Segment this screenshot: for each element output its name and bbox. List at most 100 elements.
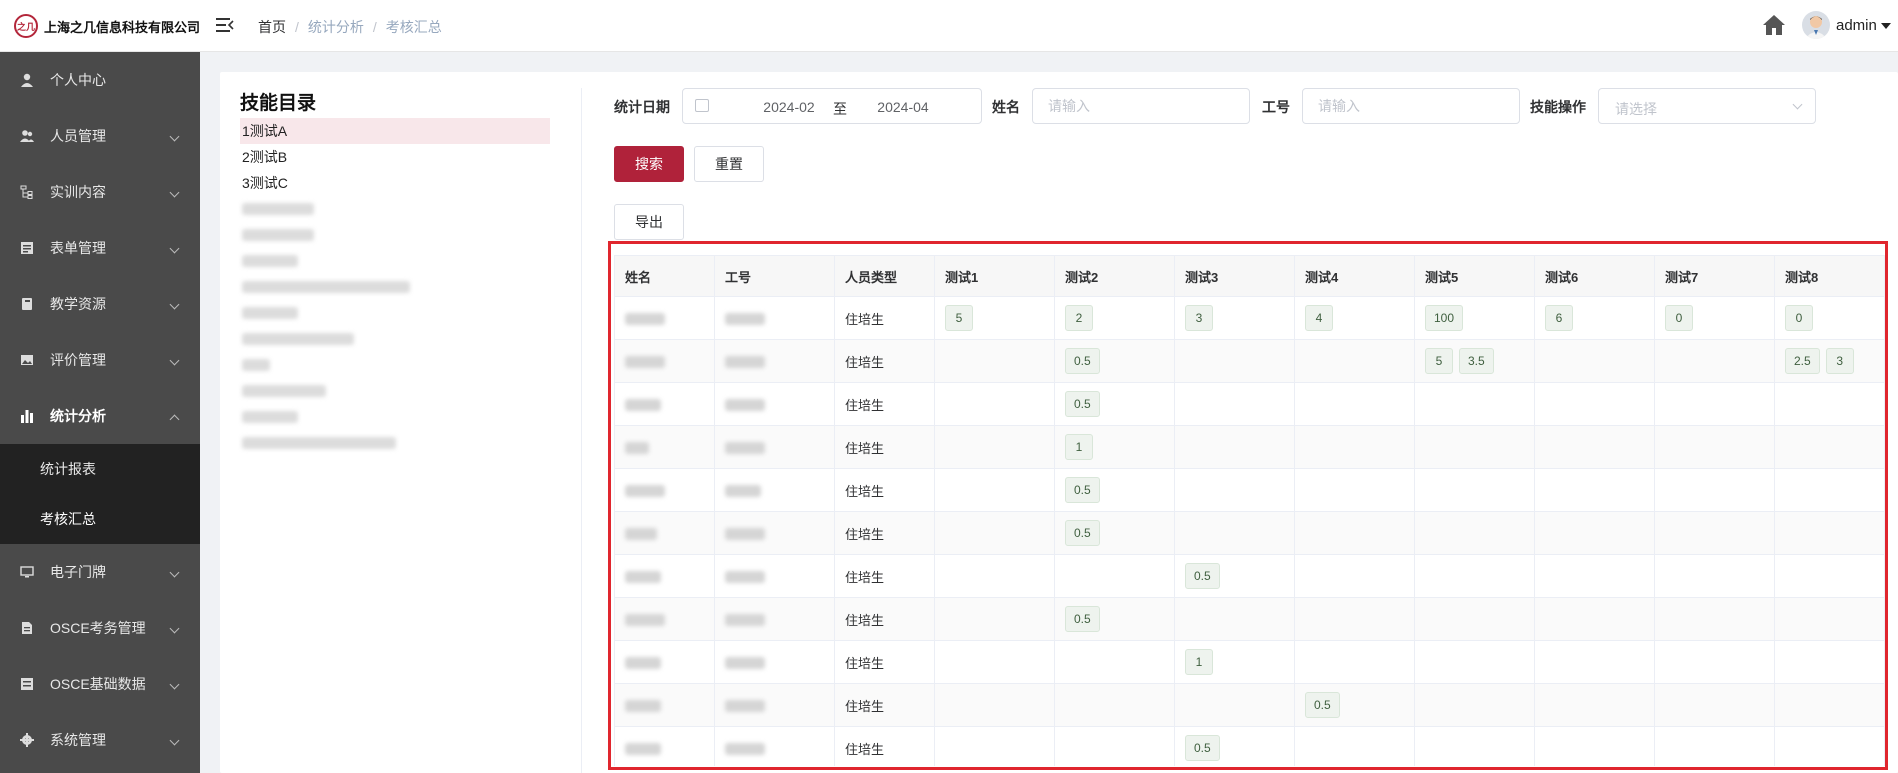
date-range-picker[interactable]: 2024-02 至 2024-04 xyxy=(682,88,982,124)
skill-select[interactable]: 请选择 xyxy=(1598,88,1816,124)
table-row[interactable]: 住培生 0.5 xyxy=(614,554,1885,598)
breadcrumb: 首页 / 统计分析 / 考核汇总 xyxy=(258,17,442,37)
score-cell: 0 xyxy=(1654,296,1775,340)
user-menu[interactable]: admin xyxy=(1836,17,1891,34)
chevron-up-icon xyxy=(169,414,180,425)
score-tag[interactable]: 0 xyxy=(1665,305,1693,331)
sidebar-item-resources[interactable]: 教学资源 xyxy=(0,276,200,332)
tree-item[interactable]: 2测试B xyxy=(240,144,550,170)
score-tag[interactable]: 3.5 xyxy=(1459,348,1494,374)
score-tag[interactable]: 0 xyxy=(1785,305,1813,331)
score-tag[interactable]: 0.5 xyxy=(1305,692,1340,718)
menu-toggle-icon[interactable] xyxy=(216,16,234,34)
summary-table-container[interactable]: 姓名 工号 人员类型 测试1 测试2 测试3 测试4 测试5 测试6 测试7 测试8 住培生 5 2 3 4… xyxy=(614,255,1898,766)
breadcrumb-home[interactable]: 首页 xyxy=(258,17,286,37)
search-button[interactable]: 搜索 xyxy=(614,146,684,182)
score-cell xyxy=(1534,640,1655,684)
score-cell xyxy=(1774,468,1885,512)
table-row[interactable]: 住培生 1 xyxy=(614,640,1885,684)
score-tag[interactable]: 0.5 xyxy=(1065,520,1100,546)
tree-item-redacted[interactable] xyxy=(240,222,550,248)
sidebar-item-training[interactable]: 实训内容 xyxy=(0,164,200,220)
table-row[interactable]: 住培生 0.5 xyxy=(614,511,1885,555)
date-start[interactable]: 2024-02 xyxy=(739,99,839,115)
table-row[interactable]: 住培生 0.5 5 3.5 2.5 3 xyxy=(614,339,1885,383)
score-tag[interactable]: 2.5 xyxy=(1785,348,1820,374)
tree-item[interactable]: 1测试A xyxy=(240,118,550,144)
score-cell: 1 xyxy=(1174,640,1295,684)
breadcrumb-statistics[interactable]: 统计分析 xyxy=(308,17,364,37)
name-input[interactable] xyxy=(1032,88,1250,124)
reset-button[interactable]: 重置 xyxy=(694,146,764,182)
name-cell-redacted xyxy=(614,296,715,340)
tree-item[interactable]: 3测试C xyxy=(240,170,550,196)
skill-tree-title: 技能目录 xyxy=(240,93,317,114)
sidebar-item-doorplate[interactable]: 电子门牌 xyxy=(0,544,200,600)
score-tag[interactable]: 0.5 xyxy=(1185,563,1220,589)
tree-item-redacted[interactable] xyxy=(240,404,550,430)
employee-id-cell-redacted xyxy=(714,597,835,641)
tree-item-redacted[interactable] xyxy=(240,378,550,404)
score-cell xyxy=(1654,640,1775,684)
sidebar-item-statistics[interactable]: 统计分析 xyxy=(0,388,200,444)
score-tag[interactable]: 0.5 xyxy=(1065,477,1100,503)
table-row[interactable]: 住培生 1 xyxy=(614,425,1885,469)
score-tag[interactable]: 1 xyxy=(1185,649,1213,675)
sidebar-item-label: 教学资源 xyxy=(50,296,106,312)
score-tag[interactable]: 0.5 xyxy=(1185,735,1220,761)
company-logo[interactable]: 之几 上海之几信息科技有限公司 xyxy=(14,14,200,38)
employee-id-cell-redacted xyxy=(714,296,835,340)
tree-item-redacted[interactable] xyxy=(240,274,550,300)
score-tag[interactable]: 5 xyxy=(1425,348,1453,374)
sidebar-item-osce-data[interactable]: OSCE基础数据 xyxy=(0,656,200,712)
redacted-text xyxy=(625,700,661,713)
score-tag[interactable]: 0.5 xyxy=(1065,348,1100,374)
score-cell xyxy=(1534,511,1655,555)
score-tag[interactable]: 6 xyxy=(1545,305,1573,331)
score-tag[interactable]: 4 xyxy=(1305,305,1333,331)
avatar[interactable] xyxy=(1802,11,1830,39)
score-tag[interactable]: 5 xyxy=(945,305,973,331)
score-cell: 0.5 xyxy=(1294,683,1415,727)
tree-item-redacted[interactable] xyxy=(240,300,550,326)
score-cell xyxy=(1054,726,1175,766)
sidebar-item-evaluation[interactable]: 评价管理 xyxy=(0,332,200,388)
sidebar-subitem-summary[interactable]: 考核汇总 xyxy=(0,494,200,544)
employee-id-input[interactable] xyxy=(1302,88,1520,124)
tree-item-redacted[interactable] xyxy=(240,196,550,222)
score-cell xyxy=(1774,382,1885,426)
score-tag[interactable]: 2 xyxy=(1065,305,1093,331)
sidebar-item-profile[interactable]: 个人中心 xyxy=(0,52,200,108)
score-tag[interactable]: 0.5 xyxy=(1065,606,1100,632)
chevron-down-icon xyxy=(169,735,180,746)
sidebar-item-personnel[interactable]: 人员管理 xyxy=(0,108,200,164)
score-tag[interactable]: 3 xyxy=(1185,305,1213,331)
table-row[interactable]: 住培生 0.5 xyxy=(614,468,1885,512)
date-end[interactable]: 2024-04 xyxy=(853,99,953,115)
export-button[interactable]: 导出 xyxy=(614,204,684,240)
sidebar-item-forms[interactable]: 表单管理 xyxy=(0,220,200,276)
table-row[interactable]: 住培生 0.5 xyxy=(614,726,1885,766)
score-tag[interactable]: 0.5 xyxy=(1065,391,1100,417)
table-row[interactable]: 住培生 0.5 xyxy=(614,683,1885,727)
table-row[interactable]: 住培生 0.5 xyxy=(614,597,1885,641)
table-row[interactable]: 住培生 0.5 xyxy=(614,382,1885,426)
score-tag[interactable]: 1 xyxy=(1065,434,1093,460)
table-row[interactable]: 住培生 5 2 3 4 100 6 0 0 xyxy=(614,296,1885,340)
tree-item-redacted[interactable] xyxy=(240,248,550,274)
person-type-cell: 住培生 xyxy=(834,296,935,340)
sidebar-item-label: 表单管理 xyxy=(50,240,106,256)
tree-item-redacted[interactable] xyxy=(240,352,550,378)
score-cell xyxy=(1774,683,1885,727)
sidebar-item-system[interactable]: 系统管理 xyxy=(0,712,200,768)
employee-id-cell-redacted xyxy=(714,726,835,766)
score-cell xyxy=(934,511,1055,555)
sidebar-item-osce-exam[interactable]: OSCE考务管理 xyxy=(0,600,200,656)
tree-item-redacted[interactable] xyxy=(240,430,550,456)
name-cell-redacted xyxy=(614,511,715,555)
sidebar-subitem-report[interactable]: 统计报表 xyxy=(0,444,200,494)
home-icon[interactable] xyxy=(1762,14,1786,36)
score-tag[interactable]: 100 xyxy=(1425,305,1464,331)
tree-item-redacted[interactable] xyxy=(240,326,550,352)
score-tag[interactable]: 3 xyxy=(1825,348,1854,374)
